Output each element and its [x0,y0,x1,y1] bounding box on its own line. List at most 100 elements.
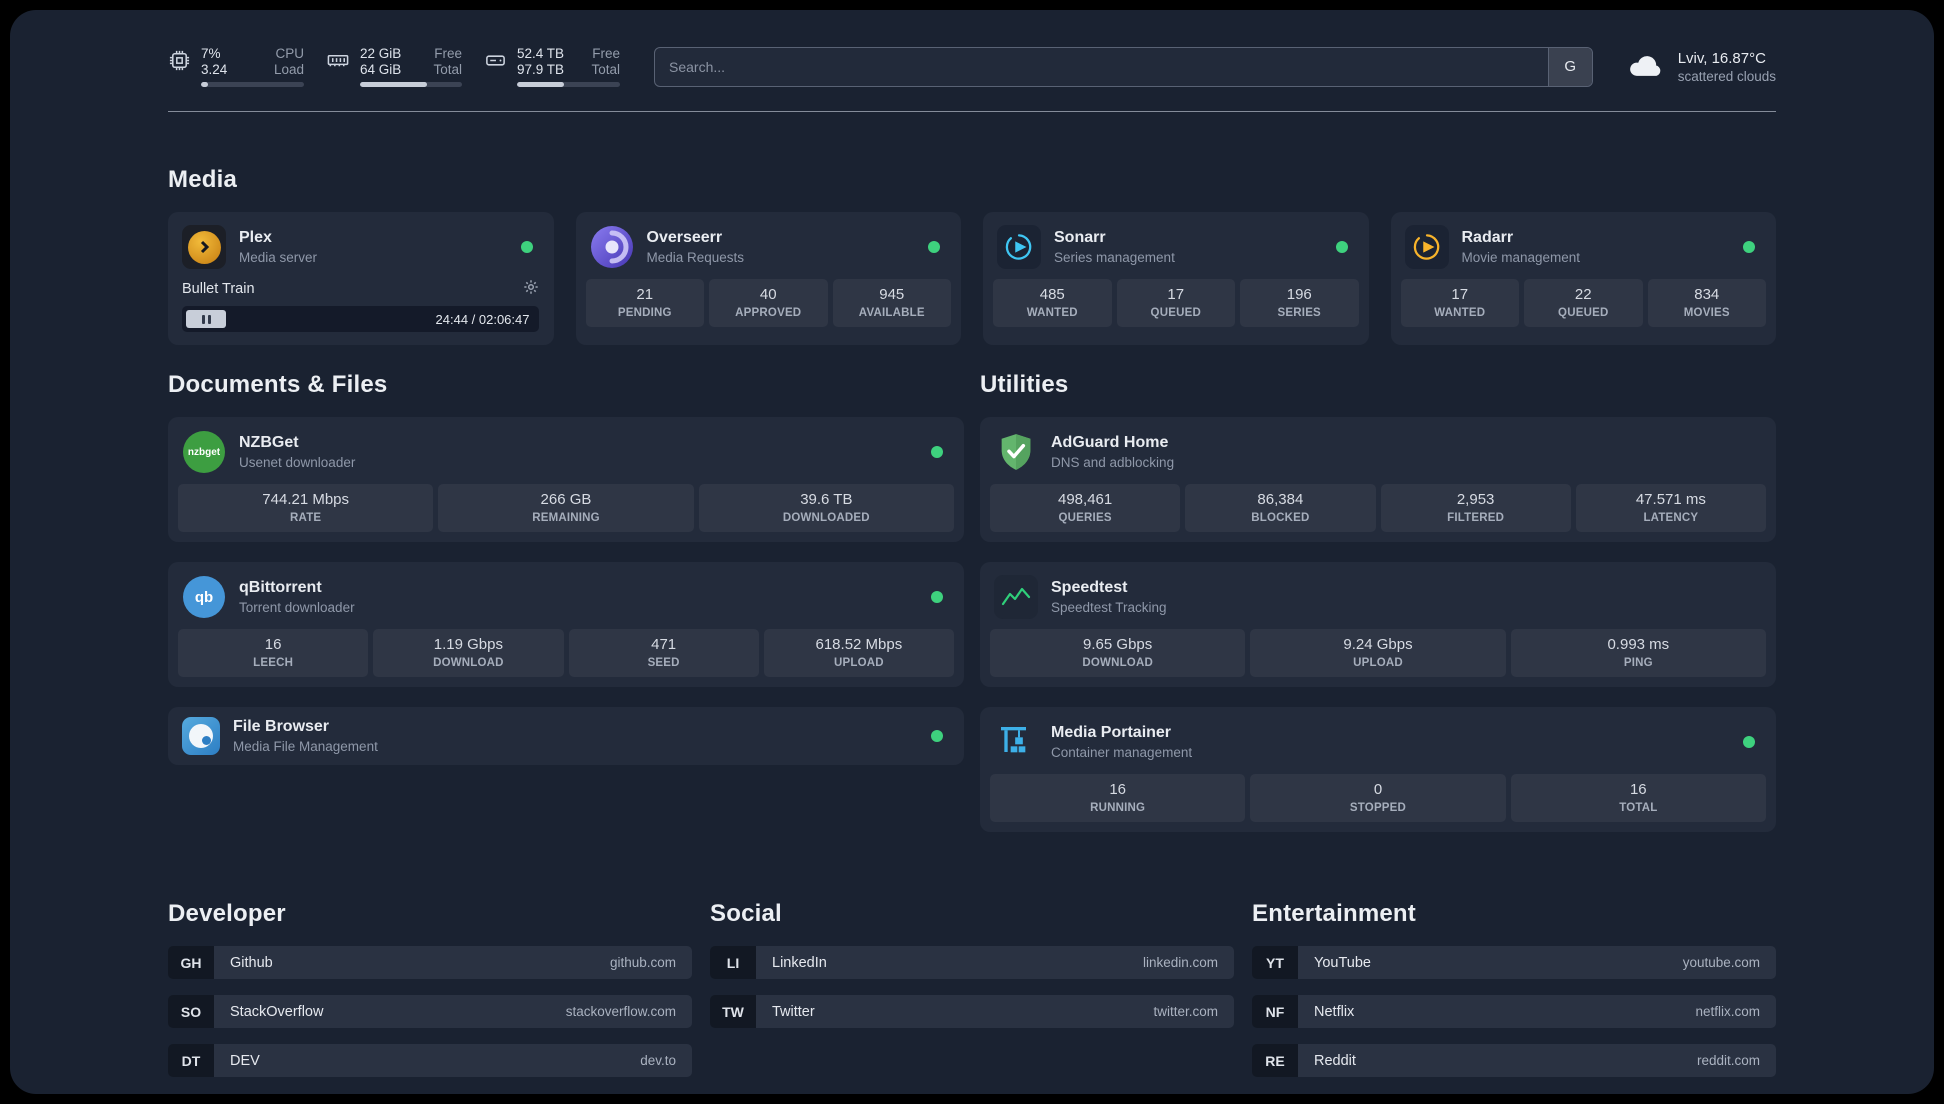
status-dot [931,446,943,458]
bookmark-name: Twitter [772,1003,815,1020]
dashboard-frame: 7% CPU 3.24 Load 22 GiB Free 64 GiB Tota… [10,10,1934,1094]
search-input[interactable] [654,46,1593,87]
stat-value: 9.24 Gbps [1343,636,1413,653]
stat-rate: 744.21 Mbps RATE [178,484,434,532]
adguard-link[interactable]: AdGuard Home DNS and adblocking [990,427,1766,484]
bookmark-domain: linkedin.com [1142,955,1218,970]
bookmark-reddit[interactable]: RE Reddit reddit.com [1252,1044,1776,1077]
bookmark-domain: stackoverflow.com [565,1004,676,1019]
radarr-link[interactable]: Radarr Movie management [1401,222,1767,279]
bookmark-abbr: NF [1252,995,1298,1028]
service-desc: Media server [239,250,318,265]
memory-icon [326,49,350,87]
stat-value: 485 [1039,286,1065,303]
weather-condition: scattered clouds [1677,68,1776,84]
disk-free-label: Free [592,46,620,61]
stat-value: 39.6 TB [800,491,853,508]
stat-total: 16 TOTAL [1510,774,1766,822]
stat-label: UPLOAD [833,657,884,669]
sonarr-link[interactable]: Sonarr Series management [993,222,1359,279]
stat-label: PENDING [617,307,672,319]
pause-button[interactable] [186,310,226,328]
nzbget-icon: nzbget [183,431,225,473]
sonarr-icon [997,225,1041,269]
bookmark-abbr: SO [168,995,214,1028]
section-heading-developer: Developer [168,900,286,927]
bookmark-dev[interactable]: DT DEV dev.to [168,1044,692,1077]
topbar-divider [168,111,1776,112]
stat-label: WANTED [1026,307,1078,319]
stat-wanted: 17 WANTED [1400,279,1519,327]
stat-value: 0.993 ms [1607,636,1670,653]
bookmark-abbr: YT [1252,946,1298,979]
stat-movies: 834 MOVIES [1647,279,1766,327]
bookmark-linkedin[interactable]: LI LinkedIn linkedin.com [710,946,1234,979]
memory-widget: 22 GiB Free 64 GiB Total [326,46,462,87]
service-desc: Movie management [1461,250,1581,265]
weather-location: Lviv, 16.87°C [1677,49,1766,67]
radarr-card: Radarr Movie management 17 WANTED 22 QUE… [1390,212,1776,345]
bookmark-youtube[interactable]: YT YouTube youtube.com [1252,946,1776,979]
stat-label: UPLOAD [1353,657,1403,669]
bookmark-github[interactable]: GH Github github.com [168,946,692,979]
stat-pending: 21 PENDING [585,279,704,327]
service-name: Overseerr [646,229,723,246]
playback-progress-bar[interactable]: 24:44 / 02:06:47 [182,306,539,332]
service-desc: Container management [1051,745,1193,760]
stat-latency: 47.571 ms LATENCY [1575,484,1766,532]
stat-leech: 16 LEECH [178,629,369,677]
bookmark-twitter[interactable]: TW Twitter twitter.com [710,995,1234,1028]
settings-gear-icon[interactable] [523,279,539,299]
stat-value: 21 [636,286,654,303]
stat-label: DOWNLOAD [1082,657,1153,669]
speedtest-card: Speedtest Speedtest Tracking 9.65 Gbps D… [980,562,1776,687]
plex-link[interactable]: Plex Media server [178,222,544,279]
stat-label: QUEUED [1150,307,1201,319]
stat-queued: 22 QUEUED [1524,279,1643,327]
service-name: Media Portainer [1051,724,1172,741]
stat-seed: 471 SEED [568,629,759,677]
bookmark-stackoverflow[interactable]: SO StackOverflow stackoverflow.com [168,995,692,1028]
plex-now-playing-widget: Bullet Train 24:44 / 02:06:47 [178,279,544,335]
stat-value: 834 [1694,286,1720,303]
stat-label: WANTED [1434,307,1486,319]
stat-approved: 40 APPROVED [709,279,828,327]
nzbget-link[interactable]: nzbget NZBGet Usenet downloader [178,427,954,484]
stat-label: PING [1623,657,1653,669]
stat-running: 16 RUNNING [990,774,1246,822]
bookmark-netflix[interactable]: NF Netflix netflix.com [1252,995,1776,1028]
stat-label: MOVIES [1683,307,1730,319]
speedtest-link[interactable]: Speedtest Speedtest Tracking [990,572,1766,629]
stat-label: RUNNING [1090,802,1146,814]
stat-label: QUERIES [1058,512,1112,524]
cpu-load-value: 3.24 [201,62,228,77]
qbittorrent-link[interactable]: qb qBittorrent Torrent downloader [178,572,954,629]
stat-label: QUEUED [1558,307,1609,319]
memory-free-value: 22 GiB [360,46,402,61]
service-desc: Media File Management [233,739,378,754]
service-name: Speedtest [1051,579,1128,596]
stat-label: APPROVED [735,307,802,319]
bookmark-name: Reddit [1314,1052,1356,1069]
service-name: NZBGet [239,434,299,451]
status-dot [520,241,533,253]
bookmark-name: StackOverflow [230,1003,324,1020]
stat-blocked: 86,384 BLOCKED [1185,484,1376,532]
stat-label: LEECH [253,657,294,669]
plex-card: Plex Media server Bullet Train 24:44 / 0… [168,212,554,345]
cpu-load-label: Load [273,62,304,77]
qbittorrent-icon: qb [183,576,225,618]
stat-value: 16 [1629,781,1647,798]
stat-wanted: 485 WANTED [993,279,1112,327]
portainer-link[interactable]: Media Portainer Container management [990,717,1766,774]
stat-label: REMAINING [532,512,600,524]
disk-widget: 52.4 TB Free 97.9 TB Total [484,46,620,87]
status-dot [1335,241,1348,253]
stat-value: 744.21 Mbps [262,491,350,508]
weather-widget: Lviv, 16.87°C scattered clouds [1627,49,1776,84]
search-provider-button[interactable]: G [1547,47,1592,86]
overseerr-link[interactable]: Overseerr Media Requests [586,222,952,279]
status-dot [1743,736,1755,748]
filebrowser-link[interactable]: File Browser Media File Management [178,715,954,757]
stat-label: RATE [290,512,322,524]
